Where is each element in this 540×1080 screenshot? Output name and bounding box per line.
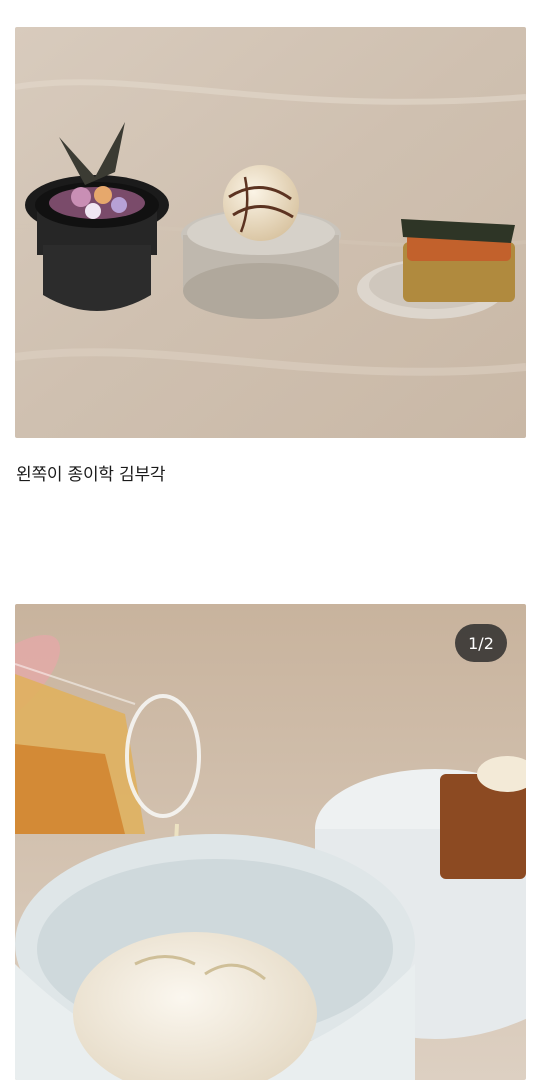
dessert-trio-image (15, 27, 526, 438)
post-caption: 왼쪽이 종이학 김부각 (16, 465, 166, 485)
dessert-pour-image (15, 604, 526, 1080)
gallery-page-counter: 1/2 (455, 624, 507, 662)
dessert-pour-photo[interactable]: 1/2 (15, 604, 526, 1080)
dessert-trio-photo[interactable] (15, 27, 526, 438)
